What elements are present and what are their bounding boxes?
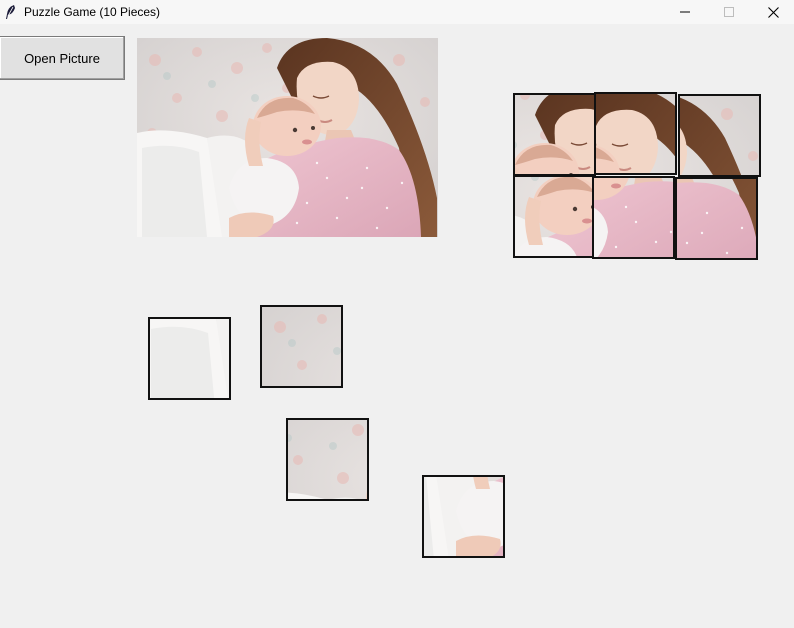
close-icon xyxy=(767,6,779,18)
puzzle-piece[interactable] xyxy=(148,317,231,400)
feather-icon xyxy=(6,5,15,19)
puzzle-piece[interactable] xyxy=(422,475,505,558)
puzzle-piece[interactable] xyxy=(675,177,758,260)
maximize-icon xyxy=(724,7,734,17)
maximize-button[interactable] xyxy=(706,0,752,24)
minimize-icon xyxy=(680,11,690,13)
puzzle-piece[interactable] xyxy=(260,305,343,388)
puzzle-piece[interactable] xyxy=(286,418,369,501)
open-picture-button[interactable]: Open Picture xyxy=(0,36,125,80)
close-button[interactable] xyxy=(750,0,794,24)
reference-picture xyxy=(137,38,438,237)
puzzle-piece[interactable] xyxy=(513,93,596,176)
puzzle-piece[interactable] xyxy=(594,92,677,175)
minimize-button[interactable] xyxy=(662,0,708,24)
puzzle-piece[interactable] xyxy=(592,176,675,259)
puzzle-piece[interactable] xyxy=(678,94,761,177)
title-bar: Puzzle Game (10 Pieces) xyxy=(0,0,794,24)
puzzle-piece[interactable] xyxy=(513,175,596,258)
window-title: Puzzle Game (10 Pieces) xyxy=(24,5,161,19)
